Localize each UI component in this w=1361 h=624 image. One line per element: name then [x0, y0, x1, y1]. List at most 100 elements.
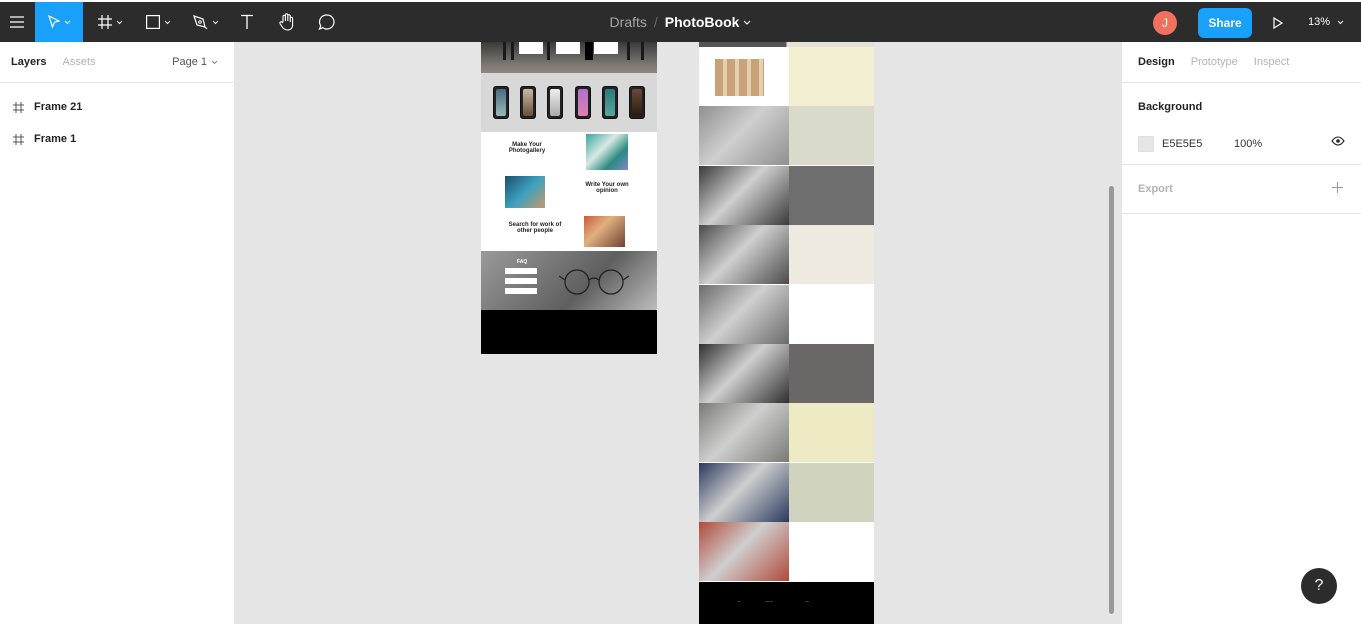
zoom-dropdown[interactable]: 13% [1308, 2, 1344, 42]
background-section: Background E5E5E5 100% [1122, 83, 1361, 165]
photo-tile [699, 403, 789, 462]
features-section: Make Your Photogallery Write Your own op… [481, 132, 657, 251]
color-block [789, 106, 874, 165]
right-panel-tabs: Design Prototype Inspect [1122, 42, 1361, 83]
page-selector[interactable]: Page 1 [172, 42, 218, 82]
chevron-down-icon [212, 20, 218, 24]
photo-tile [699, 463, 789, 522]
phones-image [481, 73, 657, 132]
plus-icon[interactable] [1332, 182, 1343, 193]
zoom-level: 13% [1308, 16, 1331, 28]
footer-link: — [805, 598, 809, 603]
feature-text-3: Search for work of other people [508, 222, 562, 234]
file-name[interactable]: PhotoBook [665, 14, 740, 30]
color-block [789, 344, 874, 403]
breadcrumb-drafts-link[interactable]: Drafts [610, 14, 647, 30]
decorative-shape [594, 42, 618, 54]
move-icon [47, 15, 60, 29]
footer-link: —— [765, 598, 773, 603]
canvas-frame-21[interactable]: Make Your Photogallery Write Your own op… [481, 42, 657, 354]
hero-image [481, 42, 657, 73]
phone-mockup [629, 86, 646, 119]
share-button[interactable]: Share [1198, 8, 1252, 38]
faq-section: FAQ [481, 251, 657, 310]
decorative-shape [627, 42, 630, 60]
pen-icon [192, 15, 207, 30]
tab-design[interactable]: Design [1138, 56, 1175, 68]
design-panel: Design Prototype Inspect Background E5E5… [1121, 42, 1361, 624]
text-icon [241, 14, 253, 29]
left-panel-tabs: Layers Assets Page 1 [0, 42, 234, 83]
phone-mockup [547, 86, 564, 119]
background-heading: Background [1138, 101, 1203, 113]
color-block [789, 403, 874, 462]
background-hex-input[interactable]: E5E5E5 [1162, 138, 1234, 150]
decorative-shape [556, 42, 580, 54]
photo-tile [699, 47, 789, 106]
eye-icon[interactable] [1331, 136, 1345, 146]
shape-tool-button[interactable] [138, 2, 178, 42]
frame-icon [97, 15, 112, 29]
comment-tool-button[interactable] [312, 2, 342, 42]
decorative-shape [519, 42, 543, 54]
comment-icon [318, 14, 335, 31]
canvas-scrollbar[interactable] [1109, 186, 1114, 614]
color-swatch[interactable] [1138, 135, 1154, 152]
menu-icon [10, 16, 24, 28]
photo-tile [699, 522, 789, 581]
chevron-down-icon [1337, 20, 1344, 24]
photo-tile [699, 166, 789, 225]
faq-title: FAQ [517, 259, 528, 265]
layer-name: Frame 21 [34, 101, 83, 113]
frame-tool-button[interactable] [90, 2, 130, 42]
text-tool-button[interactable] [232, 2, 262, 42]
present-button[interactable] [1268, 13, 1288, 33]
faq-item [505, 268, 537, 274]
decorative-shape [547, 42, 550, 60]
tab-prototype[interactable]: Prototype [1191, 56, 1238, 68]
play-icon [1273, 17, 1283, 29]
faq-item [505, 278, 537, 284]
decorative-shape [503, 42, 506, 60]
color-block [789, 522, 874, 581]
decorative-shape [641, 42, 644, 60]
layer-item-frame-21[interactable]: Frame 21 [0, 91, 234, 123]
help-button[interactable]: ? [1301, 568, 1337, 604]
faq-item [505, 288, 537, 294]
background-opacity-input[interactable]: 100% [1234, 138, 1262, 150]
canvas-frame-1[interactable]: — —— — [699, 42, 874, 624]
phone-mockup [519, 86, 536, 119]
tab-inspect[interactable]: Inspect [1254, 56, 1289, 68]
hand-tool-button[interactable] [272, 2, 302, 42]
chevron-down-icon [164, 20, 170, 24]
frame-icon [13, 101, 24, 113]
color-block [789, 225, 874, 284]
photo-tile [699, 225, 789, 284]
menu-button[interactable] [0, 2, 34, 42]
top-toolbar: Drafts / PhotoBook J Share 13% [0, 0, 1361, 42]
pen-tool-button[interactable] [185, 2, 225, 42]
chevron-down-icon [116, 20, 122, 24]
frame-icon [13, 133, 24, 145]
export-row: Export [1122, 165, 1361, 213]
photo-tile [699, 285, 789, 344]
photo-tile-image [715, 59, 764, 96]
photo-tile [699, 344, 789, 403]
user-avatar[interactable]: J [1153, 11, 1177, 35]
feature-image [505, 176, 545, 208]
layers-panel: Layers Assets Page 1 Frame 21 Frame 1 [0, 42, 235, 624]
feature-text-2: Write Your own opinion [585, 182, 629, 194]
move-tool-button[interactable] [35, 2, 83, 42]
feature-text-1: Make Your Photogallery [508, 142, 546, 154]
color-block [789, 47, 874, 106]
tab-layers[interactable]: Layers [11, 56, 46, 68]
tab-assets[interactable]: Assets [62, 56, 95, 68]
export-heading: Export [1138, 183, 1173, 195]
layer-item-frame-1[interactable]: Frame 1 [0, 123, 234, 155]
glasses-image [559, 269, 630, 295]
export-section: Export [1122, 165, 1361, 214]
color-block [789, 166, 874, 225]
chevron-down-icon[interactable] [743, 20, 751, 25]
color-block [789, 463, 874, 522]
hand-icon [279, 13, 294, 31]
